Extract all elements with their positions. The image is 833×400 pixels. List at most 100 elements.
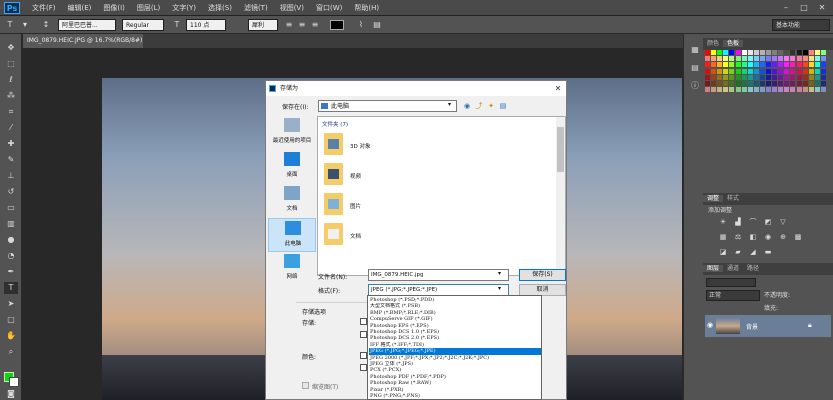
swatch[interactable]	[808, 56, 814, 62]
swatch[interactable]	[717, 56, 723, 62]
swatch[interactable]	[766, 50, 771, 55]
swatch[interactable]	[790, 74, 796, 80]
swatch[interactable]	[741, 68, 747, 74]
swatch[interactable]	[796, 74, 802, 80]
place-recent[interactable]: 最近使用的项目	[268, 116, 316, 150]
swatch[interactable]	[747, 68, 753, 74]
swatch[interactable]	[784, 50, 790, 55]
workspace-select[interactable]: 基本功能	[772, 19, 830, 31]
swatch[interactable]	[820, 87, 826, 93]
swatch[interactable]	[759, 87, 765, 93]
folder-item[interactable]: 文档	[324, 223, 404, 249]
swatch[interactable]	[723, 87, 729, 93]
visibility-eye-icon[interactable]: ◉	[707, 321, 713, 329]
swatches-grid[interactable]	[705, 50, 829, 94]
swatch[interactable]	[802, 56, 808, 62]
folder-item[interactable]: 图片	[324, 193, 404, 219]
swatch[interactable]	[820, 56, 826, 62]
folder-group-header[interactable]: 文件夹 (7)	[322, 120, 348, 128]
swatch[interactable]	[753, 56, 759, 62]
zoom-tool-icon[interactable]: ⌕	[4, 346, 18, 358]
swatch[interactable]	[772, 56, 778, 62]
swatch[interactable]	[766, 87, 771, 93]
swatch[interactable]	[808, 81, 814, 86]
swatch[interactable]	[820, 62, 826, 68]
swatch[interactable]	[723, 74, 729, 80]
swatch[interactable]	[747, 74, 753, 80]
swatch[interactable]	[723, 62, 729, 68]
swatch[interactable]	[729, 68, 735, 74]
swatch[interactable]	[759, 50, 765, 55]
levels-icon[interactable]: ▟	[733, 218, 743, 227]
anti-alias-select[interactable]: 犀利	[248, 19, 278, 31]
swatch[interactable]	[772, 87, 778, 93]
orientation-icon[interactable]: ↕	[40, 19, 52, 31]
swatch[interactable]	[717, 50, 723, 55]
folder-item[interactable]: 3D 对象	[324, 133, 404, 159]
swatch[interactable]	[796, 87, 802, 93]
swatch[interactable]	[753, 62, 759, 68]
swatch[interactable]	[820, 81, 826, 86]
swatch[interactable]	[711, 87, 717, 93]
blend-mode-select[interactable]: 正常	[706, 290, 760, 301]
swatch[interactable]	[796, 81, 802, 86]
swatch[interactable]	[711, 62, 717, 68]
swatch[interactable]	[705, 62, 710, 68]
swatch[interactable]	[784, 81, 790, 86]
align-right-icon[interactable]: ≡	[310, 19, 320, 31]
chevron-down-icon[interactable]: ▾	[498, 270, 501, 277]
tab-paths[interactable]: 路径	[743, 265, 763, 272]
type-tool-icon[interactable]: T	[4, 19, 16, 31]
swatch[interactable]	[802, 74, 808, 80]
color-checkbox[interactable]	[360, 352, 367, 359]
swatch[interactable]	[735, 81, 741, 86]
close-icon[interactable]: ✕	[814, 1, 830, 14]
swatch[interactable]	[747, 56, 753, 62]
eyedropper-tool-icon[interactable]: ⁄	[4, 122, 18, 134]
black-white-icon[interactable]: ◧	[748, 233, 758, 242]
swatch[interactable]	[808, 68, 814, 74]
swatch[interactable]	[729, 81, 735, 86]
swatch[interactable]	[784, 68, 790, 74]
close-icon[interactable]: ✕	[550, 81, 566, 96]
format-dropdown-list[interactable]: Photoshop (*.PSD;*.PDD) 大型文档格式 (*.PSB) BMP…	[367, 295, 542, 400]
swatch[interactable]	[729, 56, 735, 62]
swatch[interactable]	[766, 81, 771, 86]
swatch[interactable]	[814, 87, 820, 93]
info-panel-icon[interactable]: ⓘ	[688, 80, 702, 92]
swatch[interactable]	[802, 87, 808, 93]
quick-select-tool-icon[interactable]: ⁂	[4, 90, 18, 102]
swatch[interactable]	[790, 68, 796, 74]
swatch[interactable]	[790, 56, 796, 62]
swatch[interactable]	[796, 62, 802, 68]
swatch[interactable]	[778, 87, 784, 93]
tab-swatches[interactable]: 色板	[723, 40, 744, 47]
swatch[interactable]	[741, 87, 747, 93]
swatch[interactable]	[766, 62, 771, 68]
save-button[interactable]: 保存(S)	[519, 269, 566, 281]
properties-panel-icon[interactable]: ▤	[688, 62, 702, 74]
healing-tool-icon[interactable]: ✚	[4, 138, 18, 150]
swatch[interactable]	[717, 74, 723, 80]
threshold-icon[interactable]: ◢	[748, 248, 758, 257]
place-network[interactable]: 网络	[268, 252, 316, 286]
swatch[interactable]	[808, 50, 814, 55]
swatch[interactable]	[759, 56, 765, 62]
chevron-down-icon[interactable]: ▾	[20, 19, 30, 31]
swatch[interactable]	[820, 50, 826, 55]
shape-tool-icon[interactable]: ▢	[4, 314, 18, 326]
save-in-select[interactable]: 此电脑	[318, 100, 457, 112]
swatch[interactable]	[802, 62, 808, 68]
swatch[interactable]	[778, 56, 784, 62]
view-menu-icon[interactable]: ▤	[498, 101, 508, 111]
swatch[interactable]	[741, 74, 747, 80]
swatch[interactable]	[729, 62, 735, 68]
swatch[interactable]	[808, 87, 814, 93]
swatch[interactable]	[705, 68, 710, 74]
swatch[interactable]	[814, 56, 820, 62]
color-balance-icon[interactable]: ⚖	[733, 233, 743, 242]
swatch[interactable]	[735, 50, 741, 55]
up-folder-icon[interactable]: ⤴	[474, 101, 484, 111]
swatch[interactable]	[790, 87, 796, 93]
hand-tool-icon[interactable]: ✋	[4, 330, 18, 342]
